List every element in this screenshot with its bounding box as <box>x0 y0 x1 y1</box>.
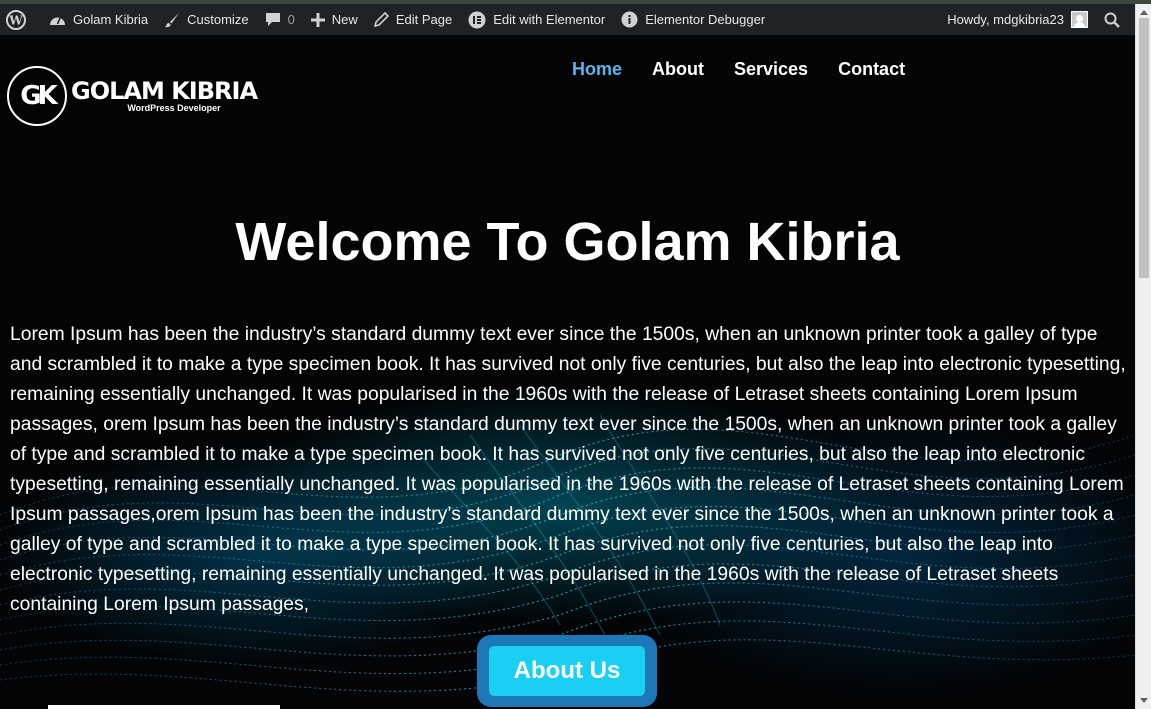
elementor-debugger-link[interactable]: Elementor Debugger <box>613 4 773 35</box>
search-icon <box>1104 12 1120 28</box>
scroll-down-arrow-icon[interactable] <box>1140 698 1148 703</box>
edit-page-label: Edit Page <box>395 12 453 27</box>
site-logo[interactable]: GK GOLAM KIBRIA WordPress Developer <box>7 66 258 126</box>
admin-search-button[interactable] <box>1096 4 1135 35</box>
logo-title: GOLAM KIBRIA <box>71 76 258 105</box>
hero-paragraph: Lorem Ipsum has been the industry’s stan… <box>10 324 1126 615</box>
about-us-button[interactable]: About Us <box>489 646 645 696</box>
about-us-button-frame: About Us <box>477 635 657 707</box>
comment-icon <box>265 13 280 26</box>
horizontal-scroll-indicator <box>48 705 280 709</box>
dashboard-icon <box>50 17 65 25</box>
nav-item-contact[interactable]: Contact <box>838 59 905 80</box>
plus-icon <box>310 12 325 27</box>
elementor-debugger-label: Elementor Debugger <box>645 12 766 27</box>
customize-label: Customize <box>187 12 249 27</box>
scrollbar-thumb[interactable] <box>1139 18 1149 278</box>
site-name-link[interactable]: Golam Kibria <box>41 4 156 35</box>
comments-count: 0 <box>287 12 295 27</box>
logo-text: GOLAM KIBRIA WordPress Developer <box>71 76 258 114</box>
main-navigation: Home About Services Contact <box>572 59 935 80</box>
pencil-icon <box>373 12 389 27</box>
new-content-link[interactable]: New <box>303 4 366 35</box>
scroll-up-arrow-icon[interactable] <box>1140 10 1148 15</box>
nav-item-home[interactable]: Home <box>572 59 622 80</box>
vertical-scrollbar[interactable] <box>1135 4 1151 709</box>
customize-link[interactable]: Customize <box>156 4 256 35</box>
avatar <box>1071 11 1088 28</box>
hero-title: Welcome To Golam Kibria <box>235 212 900 272</box>
wp-admin-bar: W Golam Kibria Customize 0 New Edit Page… <box>0 4 1135 35</box>
comments-link[interactable]: 0 <box>257 4 303 35</box>
page-content: GK GOLAM KIBRIA WordPress Developer Home… <box>0 35 1135 709</box>
edit-with-elementor-label: Edit with Elementor <box>493 12 606 27</box>
paintbrush-icon <box>165 12 180 27</box>
new-label: New <box>331 12 358 27</box>
wordpress-logo-icon[interactable]: W <box>0 4 41 35</box>
edit-page-link[interactable]: Edit Page <box>366 4 460 35</box>
elementor-icon <box>468 11 486 28</box>
logo-monogram: GK <box>7 66 67 126</box>
svg-text:W: W <box>8 13 23 27</box>
howdy-label: Howdy, mdgkibria23 <box>947 12 1064 27</box>
nav-item-services[interactable]: Services <box>734 59 808 80</box>
nav-item-about[interactable]: About <box>652 59 704 80</box>
site-name-label: Golam Kibria <box>73 12 149 27</box>
my-account-link[interactable]: Howdy, mdgkibria23 <box>939 4 1096 35</box>
info-icon <box>621 11 638 28</box>
edit-with-elementor-link[interactable]: Edit with Elementor <box>460 4 613 35</box>
